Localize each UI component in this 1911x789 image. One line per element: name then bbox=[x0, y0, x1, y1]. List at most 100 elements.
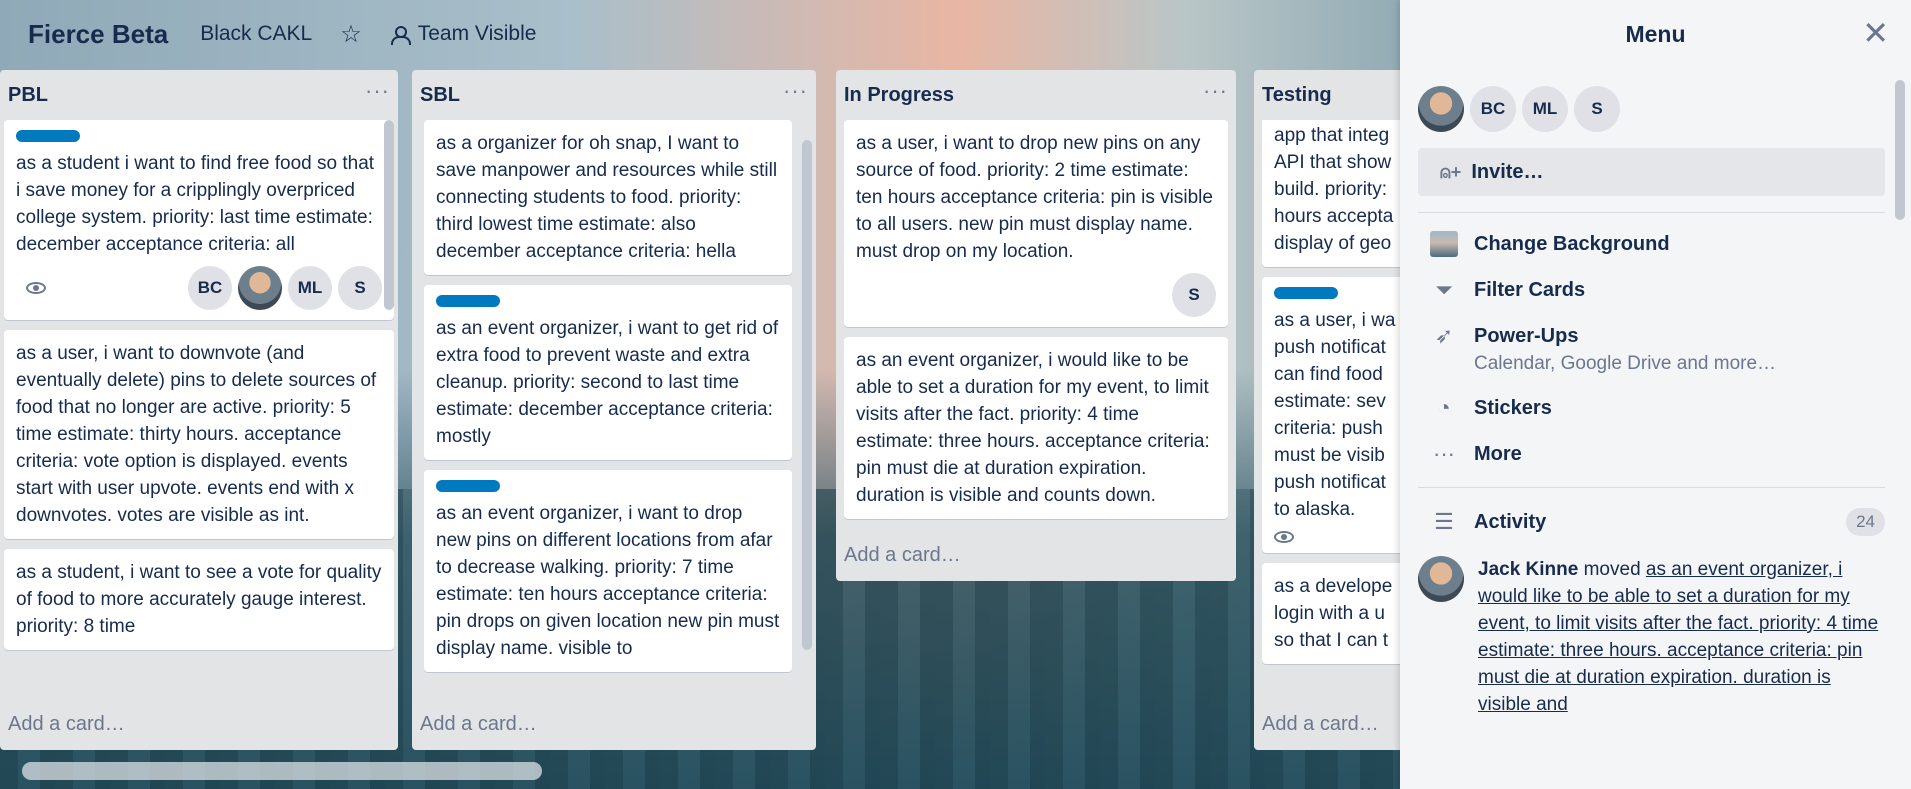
list-title[interactable]: SBL bbox=[420, 84, 460, 107]
menu-scrollbar[interactable] bbox=[1895, 80, 1905, 220]
menu-item-label: Power-Ups bbox=[1474, 325, 1579, 347]
card-title: as a student, i want to see a vote for q… bbox=[16, 562, 382, 637]
close-icon[interactable]: ✕ bbox=[1862, 17, 1889, 49]
board-title[interactable]: Fierce Beta bbox=[28, 19, 168, 50]
background-thumbnail-icon bbox=[1430, 231, 1458, 257]
list-menu-icon[interactable]: ··· bbox=[783, 80, 808, 104]
card-title: as a develope login with a u so that I c… bbox=[1274, 576, 1393, 651]
activity-count-badge: 24 bbox=[1846, 508, 1885, 536]
card-title: as an event organizer, i want to get rid… bbox=[436, 318, 779, 447]
avatar-photo[interactable] bbox=[238, 266, 282, 310]
activity-entry: Jack Kinne moved as an event organizer, … bbox=[1400, 536, 1911, 718]
avatar[interactable]: S bbox=[338, 266, 382, 310]
avatar-photo[interactable] bbox=[1418, 86, 1464, 132]
card-title: as a user, i want to downvote (and event… bbox=[16, 343, 377, 526]
menu-item-more[interactable]: ··· More bbox=[1430, 441, 1911, 467]
board-members: BC ML S bbox=[1400, 68, 1911, 132]
filter-icon: ⏷ bbox=[1435, 277, 1453, 302]
list-title[interactable]: In Progress bbox=[844, 84, 954, 107]
menu-item-label: Stickers bbox=[1474, 397, 1552, 419]
more-icon: ··· bbox=[1433, 441, 1455, 466]
card[interactable]: as a student, i want to see a vote for q… bbox=[4, 549, 394, 650]
avatar-photo[interactable] bbox=[1418, 556, 1464, 602]
menu-item-label: Filter Cards bbox=[1474, 279, 1586, 301]
list-scrollbar[interactable] bbox=[384, 120, 394, 310]
add-card-button[interactable]: Add a card… bbox=[0, 698, 398, 750]
menu-item-change-background[interactable]: Change Background bbox=[1430, 231, 1911, 257]
watch-icon bbox=[1274, 531, 1294, 543]
card-title: as a user, i want to drop new pins on an… bbox=[856, 133, 1213, 262]
card[interactable]: as an event organizer, i want to drop ne… bbox=[424, 470, 792, 672]
card-label-blue bbox=[436, 480, 500, 492]
card[interactable]: as a organizer for oh snap, I want to sa… bbox=[424, 120, 792, 275]
card-members: S bbox=[1172, 273, 1216, 317]
list-menu-icon[interactable]: ··· bbox=[365, 80, 390, 104]
card-label-blue bbox=[1274, 287, 1338, 299]
activity-text: Jack Kinne moved as an event organizer, … bbox=[1478, 556, 1881, 718]
board-header: Fierce Beta Black CAKL ☆ Team Visible bbox=[0, 0, 1400, 68]
menu-title: Menu bbox=[1625, 20, 1686, 47]
activity-user[interactable]: Jack Kinne bbox=[1478, 559, 1578, 580]
card[interactable]: as an event organizer, i want to get rid… bbox=[424, 285, 792, 460]
avatar[interactable]: BC bbox=[188, 266, 232, 310]
visibility-button[interactable]: Team Visible bbox=[390, 22, 536, 46]
card[interactable]: as a student i want to find free food so… bbox=[4, 120, 394, 320]
menu-item-stickers[interactable]: ◔ Stickers bbox=[1430, 395, 1911, 421]
list-scrollbar[interactable] bbox=[802, 140, 812, 650]
add-card-button[interactable]: Add a card… bbox=[836, 529, 1236, 581]
list-header: In Progress ··· bbox=[836, 70, 1236, 120]
invite-button[interactable]: ⍝+ Invite… bbox=[1418, 148, 1885, 196]
menu-items: Change Background ⏷ Filter Cards ➶ Power… bbox=[1400, 213, 1911, 467]
list-in-progress: In Progress ··· as a user, i want to dro… bbox=[836, 70, 1236, 581]
invite-label: Invite… bbox=[1471, 160, 1544, 183]
card[interactable]: as an event organizer, i would like to b… bbox=[844, 337, 1228, 519]
team-button[interactable]: Black CAKL bbox=[200, 22, 312, 46]
avatar[interactable]: ML bbox=[288, 266, 332, 310]
card[interactable]: as a user, i want to downvote (and event… bbox=[4, 330, 394, 539]
card-list: as a organizer for oh snap, I want to sa… bbox=[412, 120, 816, 698]
watch-icon bbox=[26, 282, 46, 294]
card-label-blue bbox=[16, 130, 80, 142]
list-sbl: SBL ··· as a organizer for oh snap, I wa… bbox=[412, 70, 816, 750]
avatar[interactable]: S bbox=[1172, 273, 1216, 317]
card-title: as a student i want to find free food so… bbox=[16, 153, 375, 255]
menu-item-sublabel: Calendar, Google Drive and more… bbox=[1474, 353, 1777, 374]
card-label-blue bbox=[436, 295, 500, 307]
menu-item-label: More bbox=[1474, 443, 1522, 465]
star-button[interactable]: ☆ bbox=[340, 20, 362, 49]
avatar[interactable]: S bbox=[1574, 86, 1620, 132]
menu-item-filter-cards[interactable]: ⏷ Filter Cards bbox=[1430, 277, 1911, 303]
card-list: as a user, i want to drop new pins on an… bbox=[836, 120, 1236, 529]
activity-header: ☰ Activity 24 bbox=[1400, 488, 1911, 536]
board-horizontal-scrollbar[interactable] bbox=[22, 762, 542, 780]
card-title: as an event organizer, i want to drop ne… bbox=[436, 503, 780, 659]
avatar[interactable]: BC bbox=[1470, 86, 1516, 132]
menu-item-power-ups[interactable]: ➶ Power-Ups Calendar, Google Drive and m… bbox=[1430, 323, 1911, 375]
card[interactable]: as a user, i want to drop new pins on an… bbox=[844, 120, 1228, 327]
menu-item-label: Change Background bbox=[1474, 233, 1670, 255]
add-card-button[interactable]: Add a card… bbox=[412, 698, 816, 750]
activity-title[interactable]: Activity bbox=[1474, 511, 1830, 534]
activity-card-link[interactable]: as an event organizer, i would like to b… bbox=[1478, 559, 1878, 715]
card-title: as a organizer for oh snap, I want to sa… bbox=[436, 133, 778, 262]
menu-header: Menu ✕ bbox=[1400, 0, 1911, 68]
list-title[interactable]: Testing bbox=[1262, 84, 1332, 107]
list-title[interactable]: PBL bbox=[8, 84, 48, 107]
card-members: BC ML S bbox=[188, 266, 382, 310]
activity-action: moved bbox=[1583, 559, 1641, 580]
sticker-icon: ◔ bbox=[1437, 395, 1451, 420]
list-header: SBL ··· bbox=[412, 70, 816, 120]
list-header: PBL ··· bbox=[0, 70, 398, 120]
board-menu-sidebar: Menu ✕ BC ML S ⍝+ Invite… Change Backgro… bbox=[1400, 0, 1911, 789]
list-menu-icon[interactable]: ··· bbox=[1203, 80, 1228, 104]
card-title: as an event organizer, i would like to b… bbox=[856, 350, 1210, 506]
rocket-icon: ➶ bbox=[1434, 323, 1454, 348]
star-icon: ☆ bbox=[340, 20, 362, 48]
add-person-icon: ⍝+ bbox=[1440, 161, 1462, 182]
card-list: as a student i want to find free food so… bbox=[0, 120, 398, 698]
card-title: app that integ API that show build. prio… bbox=[1274, 125, 1394, 254]
list-pbl: PBL ··· as a student i want to find free… bbox=[0, 70, 398, 750]
person-icon bbox=[390, 25, 411, 45]
activity-icon: ☰ bbox=[1434, 509, 1454, 534]
avatar[interactable]: ML bbox=[1522, 86, 1568, 132]
